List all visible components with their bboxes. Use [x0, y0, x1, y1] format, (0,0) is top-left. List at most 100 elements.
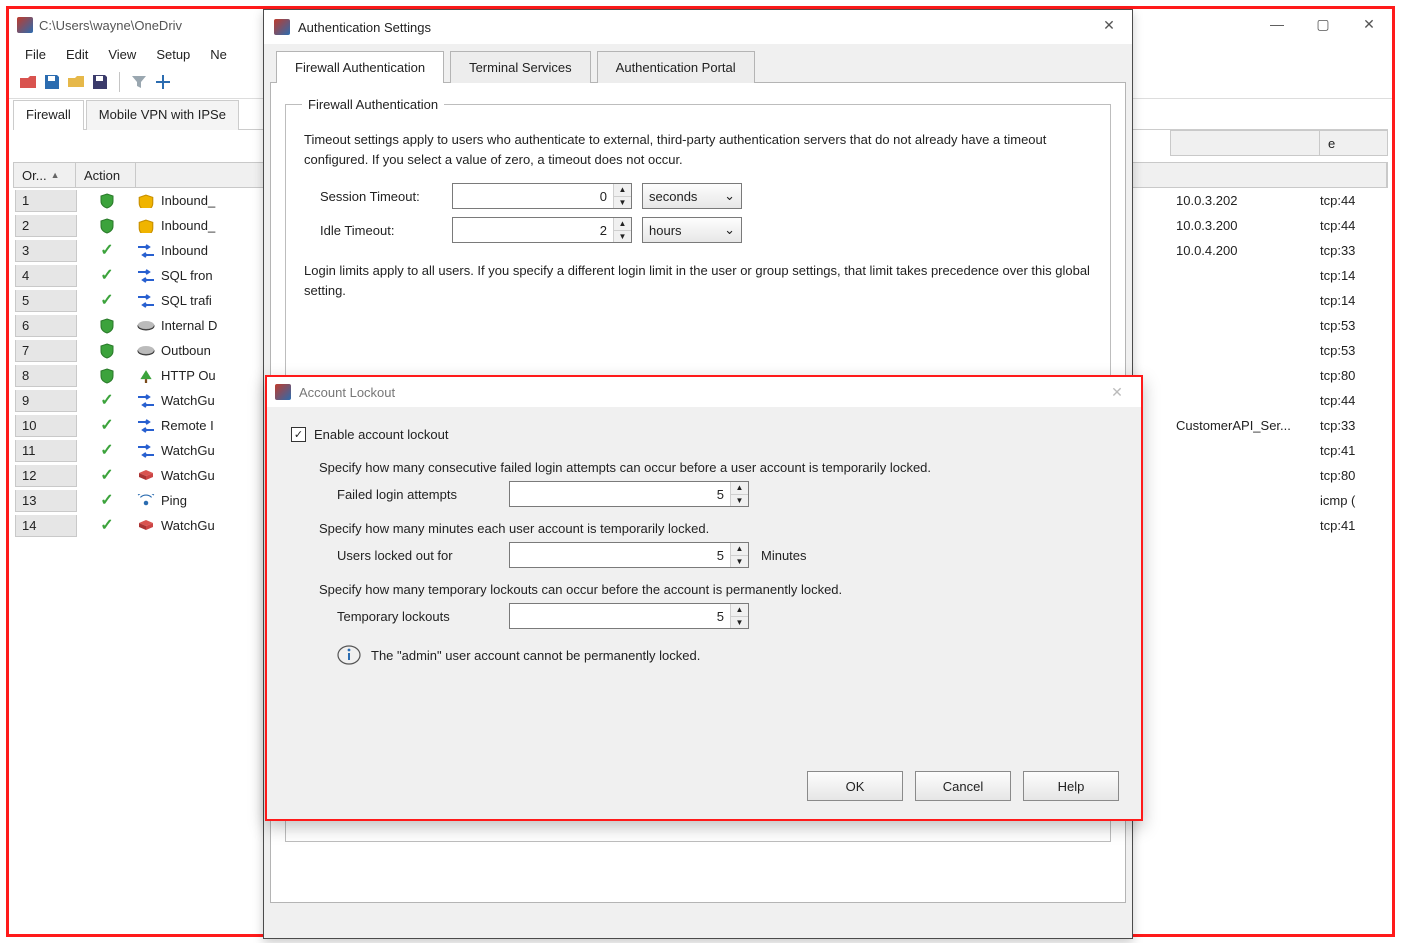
policy-type-icon — [137, 294, 155, 308]
auth-dialog-titlebar[interactable]: Authentication Settings — [264, 10, 1132, 44]
lockout-close-icon[interactable]: ✕ — [1097, 379, 1137, 405]
session-timeout-field[interactable]: ▲▼ — [452, 183, 632, 209]
auth-tabs: Firewall Authentication Terminal Service… — [270, 50, 1126, 83]
locked-out-label: Users locked out for — [337, 548, 497, 563]
row-order: 12 — [15, 465, 77, 487]
spin-up-icon[interactable]: ▲ — [731, 482, 748, 495]
cancel-button[interactable]: Cancel — [915, 771, 1011, 801]
tab-auth-portal[interactable]: Authentication Portal — [597, 51, 755, 83]
tab-terminal-services[interactable]: Terminal Services — [450, 51, 591, 83]
temp-lockouts-field[interactable]: ▲▼ — [509, 603, 749, 629]
check-icon: ✓ — [100, 393, 113, 409]
spin-up-icon[interactable]: ▲ — [614, 218, 631, 231]
check-icon: ✓ — [100, 493, 113, 509]
info-icon — [337, 643, 361, 667]
check-icon: ✓ — [100, 443, 113, 459]
spin-down-icon[interactable]: ▼ — [614, 197, 631, 209]
row-port: tcp:53 — [1320, 318, 1388, 333]
row-port: tcp:14 — [1320, 293, 1388, 308]
idle-timeout-label: Idle Timeout: — [302, 223, 442, 238]
col-action[interactable]: Action — [76, 163, 136, 187]
row-action: ✓ — [77, 243, 137, 259]
failed-attempts-field[interactable]: ▲▼ — [509, 481, 749, 507]
policy-type-icon — [137, 319, 155, 333]
locked-out-input[interactable] — [510, 543, 730, 567]
spin-up-icon[interactable]: ▲ — [731, 543, 748, 556]
col-misc[interactable]: e — [1320, 130, 1388, 156]
open-red-icon[interactable] — [19, 73, 37, 91]
open-folder-icon[interactable] — [67, 73, 85, 91]
spin-up-icon[interactable]: ▲ — [614, 184, 631, 197]
row-order: 10 — [15, 415, 77, 437]
main-title-text: C:\Users\wayne\OneDriv — [39, 18, 182, 33]
tab-mobile-vpn[interactable]: Mobile VPN with IPSe — [86, 100, 239, 130]
policy-type-icon — [137, 369, 155, 383]
locked-out-field[interactable]: ▲▼ — [509, 542, 749, 568]
menu-view[interactable]: View — [100, 45, 144, 64]
row-order: 9 — [15, 390, 77, 412]
row-order: 7 — [15, 340, 77, 362]
save-disk-icon[interactable] — [91, 73, 109, 91]
row-action: ✓ — [77, 518, 137, 534]
close-button[interactable]: ✕ — [1346, 9, 1392, 39]
save-blue-icon[interactable] — [43, 73, 61, 91]
row-action: ✓ — [77, 293, 137, 309]
check-icon: ✓ — [100, 243, 113, 259]
spec-temp-lockouts: Specify how many temporary lockouts can … — [319, 582, 1117, 597]
menu-setup[interactable]: Setup — [148, 45, 198, 64]
temp-lockouts-input[interactable] — [510, 604, 730, 628]
row-port: tcp:80 — [1320, 368, 1388, 383]
filter-icon[interactable] — [130, 73, 148, 91]
row-order: 2 — [15, 215, 77, 237]
row-action: ✓ — [77, 493, 137, 509]
failed-attempts-input[interactable] — [510, 482, 730, 506]
idle-timeout-unit[interactable]: hours ⌄ — [642, 217, 742, 243]
auth-dialog-title: Authentication Settings — [298, 20, 431, 35]
account-lockout-dialog: Account Lockout ✕ ✓ Enable account locko… — [265, 375, 1143, 821]
row-order: 14 — [15, 515, 77, 537]
row-action — [77, 218, 137, 234]
row-action — [77, 368, 137, 384]
policy-type-icon — [137, 244, 155, 258]
row-action: ✓ — [77, 393, 137, 409]
tab-firewall[interactable]: Firewall — [13, 100, 84, 130]
col-order[interactable]: Or...▲ — [14, 163, 76, 187]
row-action — [77, 343, 137, 359]
menu-edit[interactable]: Edit — [58, 45, 96, 64]
row-to: 10.0.3.200 — [1170, 218, 1320, 233]
spin-down-icon[interactable]: ▼ — [731, 495, 748, 507]
lockout-title: Account Lockout — [299, 385, 395, 400]
menu-file[interactable]: File — [17, 45, 54, 64]
shield-icon — [99, 318, 115, 334]
menu-network[interactable]: Ne — [202, 45, 235, 64]
enable-lockout-checkbox[interactable]: ✓ — [291, 427, 306, 442]
policy-type-icon — [137, 219, 155, 233]
row-order: 11 — [15, 440, 77, 462]
idle-timeout-field[interactable]: ▲▼ — [452, 217, 632, 243]
maximize-button[interactable]: ▢ — [1300, 9, 1346, 39]
session-timeout-input[interactable] — [453, 184, 613, 208]
spin-down-icon[interactable]: ▼ — [614, 231, 631, 243]
lockout-titlebar[interactable]: Account Lockout — [267, 377, 1141, 407]
row-to: 10.0.3.202 — [1170, 193, 1320, 208]
spin-down-icon[interactable]: ▼ — [731, 556, 748, 568]
auth-dialog-close-icon[interactable]: ✕ — [1086, 10, 1132, 40]
spin-down-icon[interactable]: ▼ — [731, 617, 748, 629]
policy-type-icon — [137, 444, 155, 458]
row-order: 6 — [15, 315, 77, 337]
enable-lockout-label: Enable account lockout — [314, 427, 448, 442]
session-timeout-unit[interactable]: seconds ⌄ — [642, 183, 742, 209]
app-icon — [275, 384, 291, 400]
idle-timeout-input[interactable] — [453, 218, 613, 242]
row-port: tcp:14 — [1320, 268, 1388, 283]
row-port: tcp:44 — [1320, 393, 1388, 408]
minimize-button[interactable]: — — [1254, 9, 1300, 39]
failed-attempts-label: Failed login attempts — [337, 487, 497, 502]
tab-firewall-auth[interactable]: Firewall Authentication — [276, 51, 444, 83]
help-button[interactable]: Help — [1023, 771, 1119, 801]
add-icon[interactable] — [154, 73, 172, 91]
row-order: 3 — [15, 240, 77, 262]
ok-button[interactable]: OK — [807, 771, 903, 801]
col-to[interactable] — [1170, 130, 1320, 156]
spin-up-icon[interactable]: ▲ — [731, 604, 748, 617]
